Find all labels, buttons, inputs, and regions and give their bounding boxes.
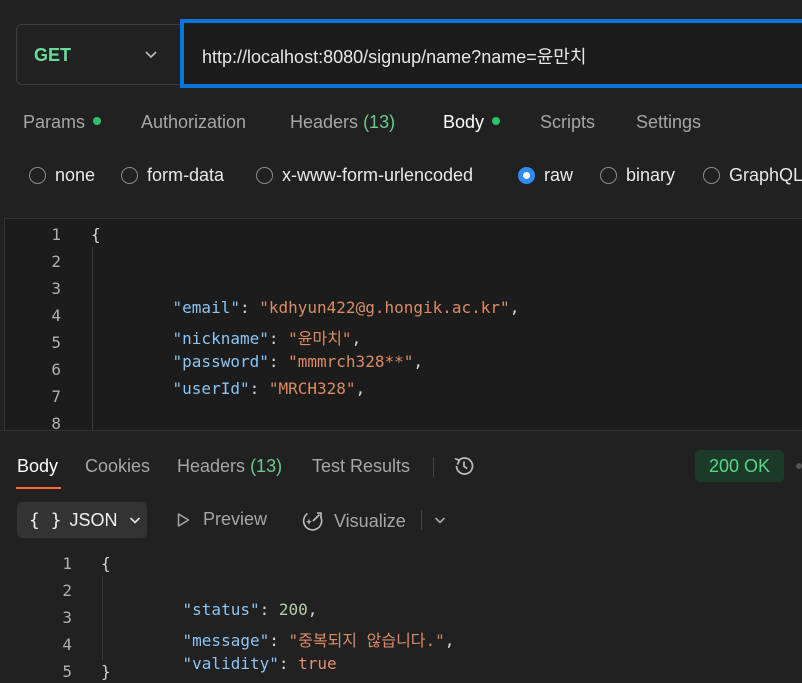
response-tab-body-label: Body [17, 456, 59, 476]
tab-headers-label: Headers [290, 112, 359, 132]
radio-graphql[interactable]: GraphQL [703, 165, 802, 186]
tab-separator [433, 457, 434, 477]
radio-binary[interactable]: binary [600, 165, 675, 186]
braces-icon: { } [29, 509, 62, 531]
radio-form-data-label: form-data [147, 165, 225, 185]
json-key: "validity" [182, 654, 279, 673]
line-number: 6 [51, 360, 61, 379]
line-number: 8 [51, 414, 61, 430]
active-tab-underline [16, 487, 61, 489]
chevron-down-icon [145, 51, 157, 59]
tab-headers-count: (13) [363, 112, 396, 132]
response-tab-headers-label: Headers [177, 456, 246, 476]
radio-x-www-form-urlencoded[interactable]: x-www-form-urlencoded [256, 165, 473, 186]
json-comma: , [509, 298, 520, 317]
tab-params[interactable]: Params [23, 112, 102, 133]
tab-headers[interactable]: Headers (13) [290, 112, 395, 133]
line-number: 7 [51, 387, 61, 406]
response-tab-headers[interactable]: Headers (13) [177, 456, 282, 477]
radio-none[interactable]: none [29, 165, 95, 186]
method-select[interactable]: GET [16, 24, 181, 85]
line-number: 3 [51, 279, 61, 298]
status-text: 200 OK [708, 455, 771, 476]
chevron-down-icon [129, 517, 140, 524]
tab-body[interactable]: Body [443, 112, 501, 133]
tab-params-label: Params [23, 112, 86, 132]
format-select[interactable]: { } JSON [17, 502, 147, 538]
tool-separator [421, 510, 422, 530]
line-number: 2 [62, 581, 72, 600]
more-dot-icon[interactable] [796, 463, 802, 469]
line-number: 4 [62, 635, 72, 654]
preview-button[interactable]: Preview [174, 509, 267, 530]
request-body-editor[interactable]: 1 2 3 4 5 6 7 8 { "email": "kdhyun422@g.… [4, 218, 802, 430]
url-text: http://localhost:8080/signup/name?name=윤… [202, 47, 587, 67]
radio-graphql-label: GraphQL [729, 165, 802, 185]
radio-urlencoded-label: x-www-form-urlencoded [282, 165, 474, 185]
indent-guide [92, 247, 93, 430]
radio-raw[interactable]: raw [518, 165, 573, 186]
body-indicator-dot [492, 117, 501, 126]
radio-circle-icon [29, 167, 46, 184]
tab-settings-label: Settings [636, 112, 702, 132]
radio-circle-icon [256, 167, 273, 184]
response-tab-body[interactable]: Body [17, 456, 58, 477]
json-comma: , [444, 631, 455, 650]
history-icon[interactable] [451, 453, 477, 479]
code-open-brace: { [91, 225, 101, 244]
json-comma: , [355, 379, 366, 398]
response-tab-headers-count: (13) [250, 456, 283, 476]
play-icon [177, 512, 190, 527]
radio-circle-icon [703, 167, 720, 184]
radio-form-data[interactable]: form-data [121, 165, 224, 186]
visualize-icon [302, 512, 323, 531]
response-tab-cookies[interactable]: Cookies [85, 456, 150, 477]
panel-divider[interactable] [0, 430, 802, 431]
status-badge[interactable]: 200 OK [695, 450, 784, 482]
line-number: 5 [51, 333, 61, 352]
radio-binary-label: binary [626, 165, 676, 185]
radio-circle-icon [121, 167, 138, 184]
radio-circle-icon [600, 167, 617, 184]
code-close-brace: } [101, 662, 111, 681]
visualize-label: Visualize [334, 510, 406, 531]
method-label: GET [34, 45, 72, 65]
line-number: 5 [62, 662, 72, 681]
response-tab-cookies-label: Cookies [85, 456, 151, 476]
line-number: 2 [51, 252, 61, 271]
json-boolean-value: true [298, 654, 337, 673]
line-number: 4 [51, 306, 61, 325]
tab-authorization-label: Authorization [141, 112, 247, 132]
json-string-value: "MRCH328" [268, 379, 356, 398]
preview-label: Preview [203, 509, 268, 529]
code-line-userid: "userId": "MRCH328", [134, 360, 366, 417]
code-line-validity: "validity": true [144, 635, 337, 683]
radio-raw-label: raw [544, 165, 574, 185]
json-comma: , [413, 352, 423, 371]
code-open-brace: { [101, 554, 111, 573]
radio-none-label: none [55, 165, 96, 185]
visualize-button[interactable]: Visualize [301, 509, 406, 533]
tab-body-label: Body [443, 112, 485, 132]
json-key: "userId" [172, 379, 250, 398]
line-number: 1 [51, 225, 61, 244]
radio-selected-icon [518, 167, 535, 184]
json-colon: : [249, 379, 269, 398]
tab-scripts[interactable]: Scripts [540, 112, 595, 133]
response-tab-test-results[interactable]: Test Results [312, 456, 410, 477]
tab-authorization[interactable]: Authorization [141, 112, 246, 133]
line-number: 1 [62, 554, 72, 573]
line-number: 3 [62, 608, 72, 627]
url-input[interactable]: http://localhost:8080/signup/name?name=윤… [180, 19, 802, 88]
tab-scripts-label: Scripts [540, 112, 596, 132]
response-body-viewer[interactable]: 1 2 3 4 5 { "status": 200, "message": "중… [0, 552, 802, 683]
json-colon: : [278, 654, 299, 673]
format-label: JSON [69, 509, 118, 530]
chevron-down-icon[interactable] [432, 512, 448, 528]
params-indicator-dot [93, 117, 102, 126]
tab-settings[interactable]: Settings [636, 112, 701, 133]
response-tab-test-results-label: Test Results [312, 456, 411, 476]
indent-guide [102, 576, 103, 660]
